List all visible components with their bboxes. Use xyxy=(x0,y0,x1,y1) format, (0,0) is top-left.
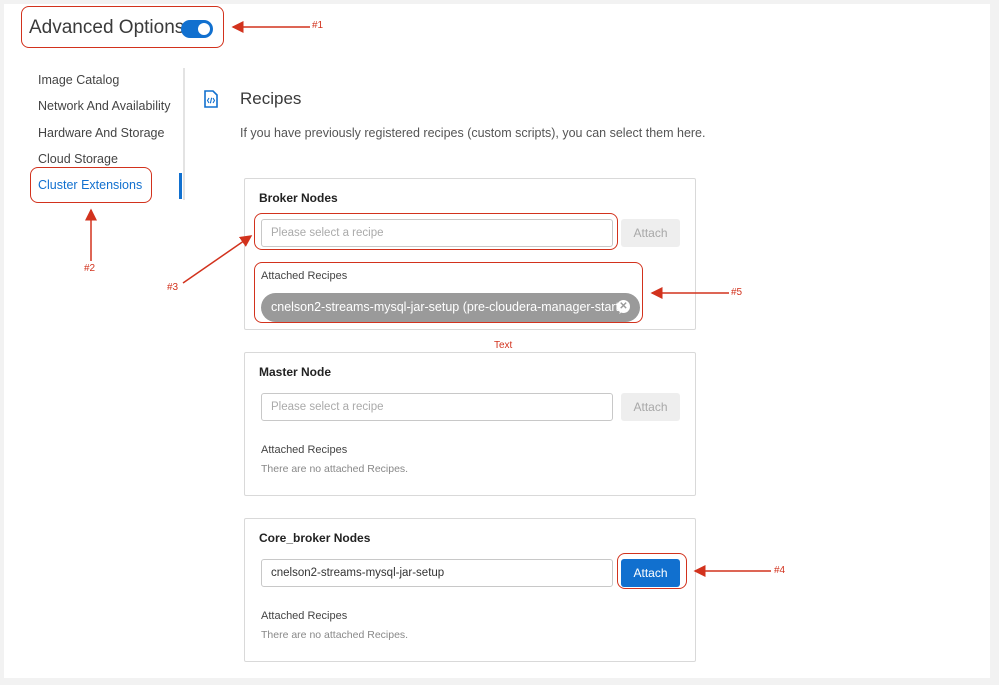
attach-button[interactable]: Attach xyxy=(621,219,680,247)
sidebar-active-indicator xyxy=(179,173,182,199)
attached-recipes-label: Attached Recipes xyxy=(261,610,348,622)
no-recipes-text: There are no attached Recipes. xyxy=(261,629,409,641)
attached-recipes-label: Attached Recipes xyxy=(261,444,348,456)
attached-recipes-label: Attached Recipes xyxy=(261,270,348,282)
card-title: Core_broker Nodes xyxy=(259,531,371,545)
sidebar-item-network-availability[interactable]: Network And Availability xyxy=(38,99,170,113)
advanced-options-toggle[interactable] xyxy=(181,20,213,38)
card-title: Broker Nodes xyxy=(259,191,338,205)
broker-nodes-card: Broker Nodes Please select a recipe Atta… xyxy=(244,178,696,330)
remove-recipe-icon[interactable]: ✕ xyxy=(617,300,630,313)
sidebar-item-hardware-storage[interactable]: Hardware And Storage xyxy=(38,126,164,140)
attach-button[interactable]: Attach xyxy=(621,393,680,421)
sidebar-item-cluster-extensions[interactable]: Cluster Extensions xyxy=(38,178,142,192)
annotation-label-1: #1 xyxy=(312,20,324,31)
attached-recipe-chip: cnelson2-streams-mysql-jar-setup (pre-cl… xyxy=(261,293,640,322)
sidebar-item-cloud-storage[interactable]: Cloud Storage xyxy=(38,152,118,166)
annotation-text-label: Text xyxy=(494,340,513,351)
chip-label: cnelson2-streams-mysql-jar-setup (pre-cl… xyxy=(271,300,624,314)
core-broker-nodes-card: Core_broker Nodes cnelson2-streams-mysql… xyxy=(244,518,696,662)
master-node-card: Master Node Please select a recipe Attac… xyxy=(244,352,696,496)
annotation-label-5: #5 xyxy=(731,287,743,298)
annotation-label-3: #3 xyxy=(167,282,179,293)
attach-button[interactable]: Attach xyxy=(621,559,680,587)
recipe-select[interactable]: cnelson2-streams-mysql-jar-setup xyxy=(261,559,613,587)
page-title: Advanced Options xyxy=(29,17,185,38)
toggle-knob xyxy=(198,23,210,35)
recipe-select[interactable]: Please select a recipe xyxy=(261,393,613,421)
sidebar-divider xyxy=(183,68,185,200)
annotation-label-4: #4 xyxy=(774,565,786,576)
section-description: If you have previously registered recipe… xyxy=(240,126,706,140)
card-title: Master Node xyxy=(259,365,332,379)
section-title: Recipes xyxy=(240,89,302,108)
annotation-label-2: #2 xyxy=(84,263,96,274)
file-code-icon xyxy=(204,90,218,108)
no-recipes-text: There are no attached Recipes. xyxy=(261,463,409,475)
recipe-select[interactable]: Please select a recipe xyxy=(261,219,613,247)
sidebar-item-image-catalog[interactable]: Image Catalog xyxy=(38,73,119,87)
